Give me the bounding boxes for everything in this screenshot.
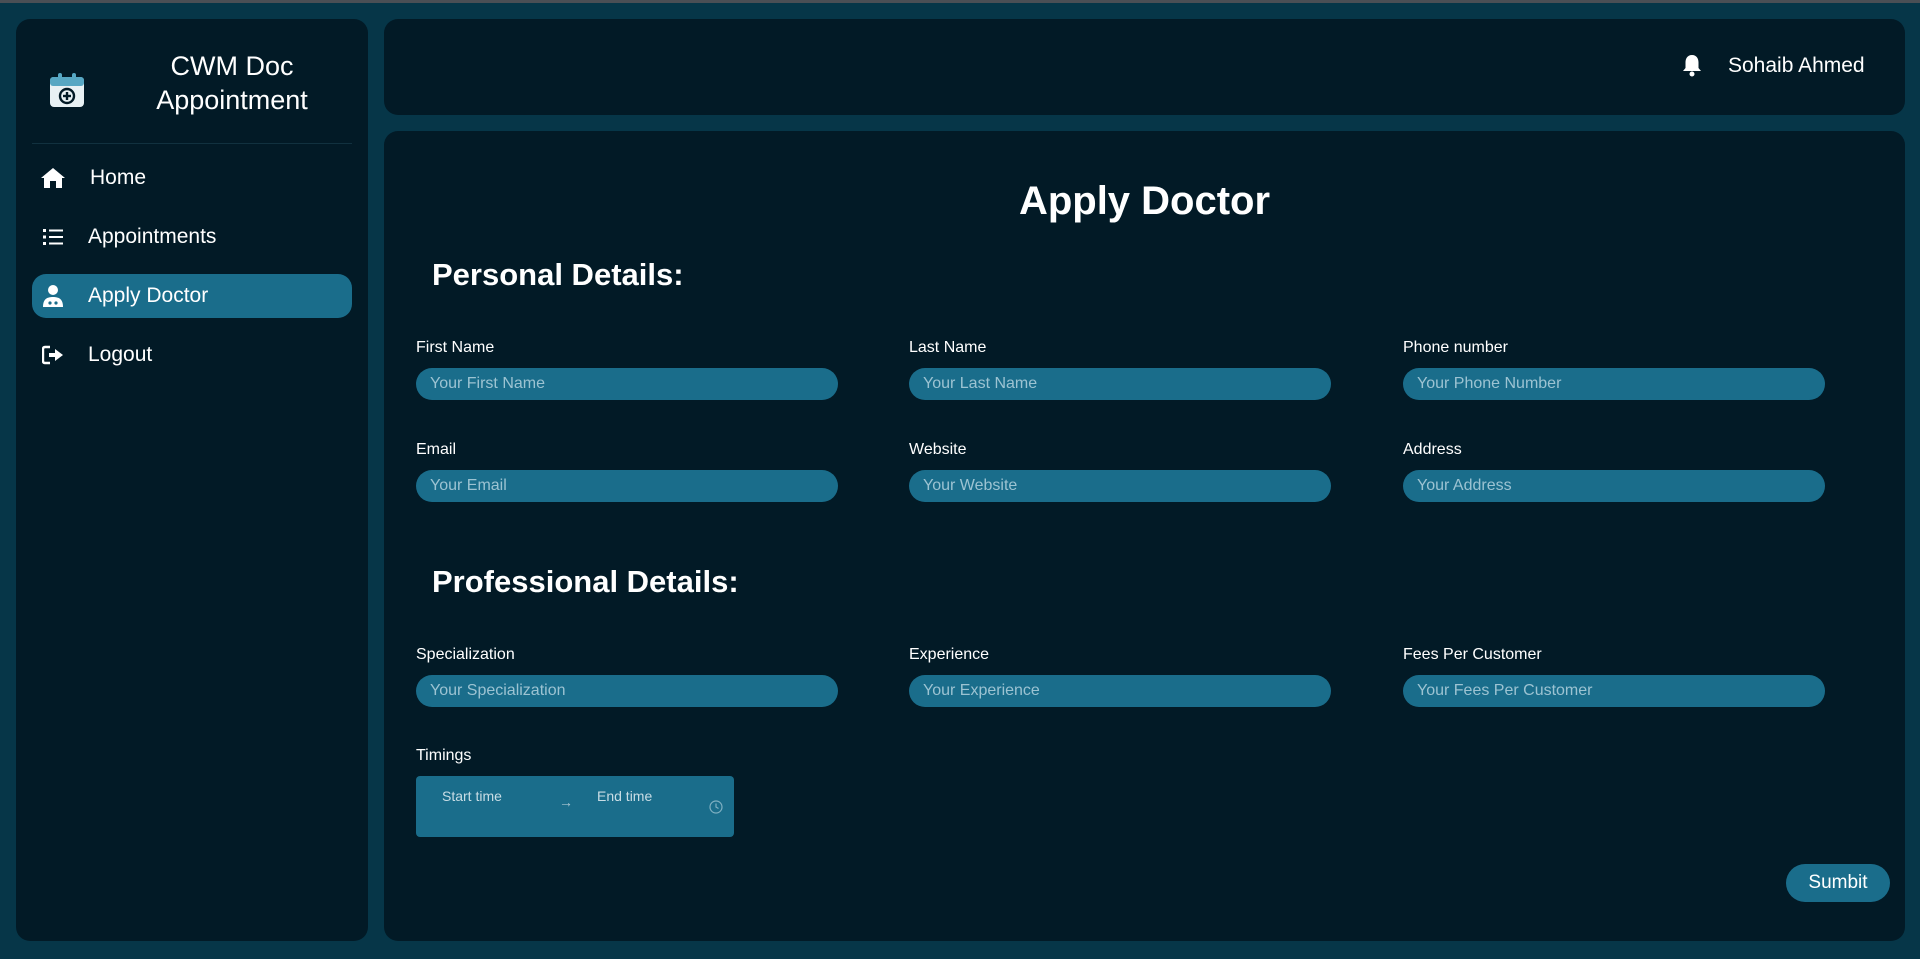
address-label: Address xyxy=(1403,441,1462,458)
list-icon xyxy=(38,222,68,252)
sidebar-item-label: Appointments xyxy=(88,225,217,248)
specialization-input[interactable] xyxy=(416,675,838,707)
sidebar-item-apply-doctor[interactable]: Apply Doctor xyxy=(32,274,352,318)
start-time-input[interactable]: Start time xyxy=(442,788,502,804)
apply-doctor-panel: Apply Doctor Personal Details: First Nam… xyxy=(384,131,1905,941)
calendar-plus-icon xyxy=(50,73,84,107)
sidebar-nav: Home Appointments Apply Doctor Logout xyxy=(32,156,352,392)
brand: CWM Doc Appointment xyxy=(32,31,352,144)
first-name-input[interactable] xyxy=(416,368,838,400)
professional-details-heading: Professional Details: xyxy=(432,564,739,599)
submit-button[interactable]: Sumbit xyxy=(1786,864,1890,902)
experience-field: Experience xyxy=(909,645,1333,707)
last-name-field: Last Name xyxy=(909,338,1333,400)
top-header: Sohaib Ahmed xyxy=(384,19,1905,115)
page-title: Apply Doctor xyxy=(1018,179,1271,223)
arrow-right-icon: → xyxy=(559,794,573,810)
experience-input[interactable] xyxy=(909,675,1331,707)
personal-details-heading: Personal Details: xyxy=(432,257,684,292)
website-input[interactable] xyxy=(909,470,1331,502)
email-field: Email xyxy=(416,440,840,502)
website-field: Website xyxy=(909,440,1333,502)
last-name-input[interactable] xyxy=(909,368,1331,400)
website-label: Website xyxy=(909,441,967,458)
email-input[interactable] xyxy=(416,470,838,502)
fees-per-customer-field: Fees Per Customer xyxy=(1403,645,1827,707)
window-top-border xyxy=(0,0,1920,3)
sidebar: CWM Doc Appointment Home Appointments Ap… xyxy=(16,19,368,941)
last-name-label: Last Name xyxy=(909,339,987,356)
sidebar-item-logout[interactable]: Logout xyxy=(32,333,352,377)
logout-icon xyxy=(38,340,68,370)
address-field: Address xyxy=(1403,440,1827,502)
bell-icon[interactable] xyxy=(1679,52,1705,78)
sidebar-item-appointments[interactable]: Appointments xyxy=(32,215,352,259)
timings-label: Timings xyxy=(416,747,472,764)
user-doctor-icon xyxy=(38,281,68,311)
fees-per-customer-label: Fees Per Customer xyxy=(1403,646,1542,663)
user-name[interactable]: Sohaib Ahmed xyxy=(1728,53,1865,79)
timings-field: Timings Start time → End time xyxy=(416,746,736,837)
sidebar-item-label: Apply Doctor xyxy=(88,284,209,307)
time-range-picker[interactable]: Start time → End time xyxy=(416,776,734,837)
first-name-label: First Name xyxy=(416,339,495,356)
specialization-field: Specialization xyxy=(416,645,840,707)
email-label: Email xyxy=(416,441,457,458)
home-icon xyxy=(38,163,68,193)
end-time-input[interactable]: End time xyxy=(597,788,652,804)
specialization-label: Specialization xyxy=(416,646,515,663)
sidebar-item-home[interactable]: Home xyxy=(32,156,352,200)
address-input[interactable] xyxy=(1403,470,1825,502)
sidebar-item-label: Home xyxy=(90,166,147,189)
phone-number-input[interactable] xyxy=(1403,368,1825,400)
fees-per-customer-input[interactable] xyxy=(1403,675,1825,707)
clock-icon xyxy=(709,800,723,814)
experience-label: Experience xyxy=(909,646,990,663)
first-name-field: First Name xyxy=(416,338,840,400)
phone-number-label: Phone number xyxy=(1403,339,1508,356)
sidebar-item-label: Logout xyxy=(88,343,153,366)
brand-title: CWM Doc Appointment xyxy=(156,51,308,115)
phone-number-field: Phone number xyxy=(1403,338,1827,400)
